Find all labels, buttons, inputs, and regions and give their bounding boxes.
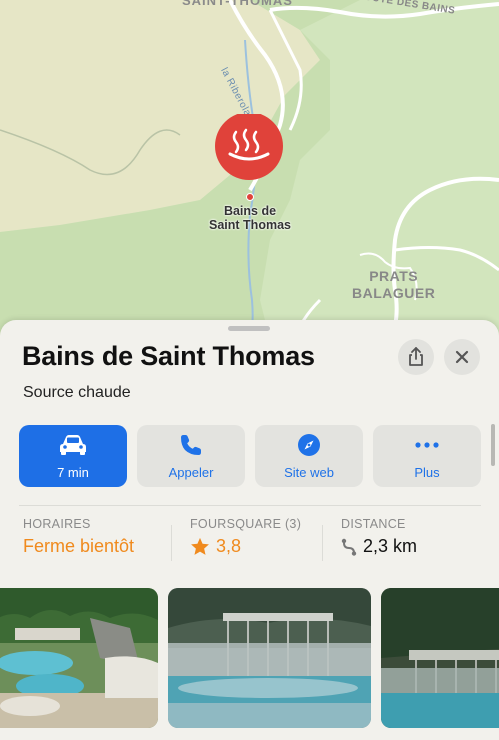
- share-button[interactable]: [398, 339, 434, 375]
- phone-icon: [181, 435, 201, 455]
- photo-pool-steam[interactable]: [168, 588, 371, 728]
- call-button[interactable]: Appeler: [137, 425, 245, 487]
- distance-value: 2,3 km: [363, 536, 418, 556]
- hot-spring-icon: [215, 114, 283, 180]
- info-separator: [322, 525, 323, 561]
- hours-header: HORAIRES: [23, 517, 91, 531]
- directions-button[interactable]: 7 min: [19, 425, 127, 487]
- sheet-grabber[interactable]: [228, 326, 270, 331]
- photo-image: [168, 588, 371, 728]
- car-icon: [60, 435, 86, 455]
- call-label: Appeler: [168, 465, 214, 480]
- more-icon: [415, 442, 439, 448]
- pin-label-line2: Saint Thomas: [209, 218, 291, 232]
- route-icon: [341, 538, 357, 556]
- place-title: Bains de Saint Thomas: [22, 341, 315, 371]
- rating-value: 3,8: [216, 536, 242, 556]
- share-icon: [409, 347, 423, 366]
- map-pin-label: Bains de Saint Thomas: [190, 204, 310, 232]
- distance-section[interactable]: DISTANCE 2,3 km: [341, 517, 417, 557]
- map-label-prats-balaguer: PRATS BALAGUER: [352, 268, 435, 302]
- rating-section[interactable]: FOURSQUARE (3) 3,8: [190, 517, 301, 557]
- more-label: Plus: [414, 465, 440, 480]
- map-pin-dot: [246, 193, 254, 201]
- photo-image: [381, 588, 499, 728]
- close-icon: [455, 350, 469, 364]
- rating-header: FOURSQUARE (3): [190, 517, 302, 531]
- place-card: Bains de Saint Thomas Source chaude 7 mi…: [0, 320, 499, 740]
- star-icon: [191, 537, 209, 555]
- map-label-balaguer: BALAGUER: [352, 285, 436, 301]
- map-label-prats: PRATS: [369, 268, 419, 284]
- website-label: Site web: [284, 465, 334, 480]
- photo-pool-outdoor[interactable]: [0, 588, 158, 728]
- photo-gallery[interactable]: [0, 588, 499, 728]
- scrollbar[interactable]: [491, 424, 495, 466]
- pin-label-line1: Bains de: [223, 204, 277, 218]
- action-buttons: 7 min Appeler Site web Plus: [19, 425, 489, 487]
- close-button[interactable]: [444, 339, 480, 375]
- distance-header: DISTANCE: [341, 517, 406, 531]
- more-button[interactable]: Plus: [373, 425, 481, 487]
- map-view[interactable]: SAINT-THOMAS ROUTE DES BAINS la Riberola…: [0, 0, 499, 340]
- hours-section[interactable]: HORAIRES Ferme bientôt: [23, 517, 134, 557]
- photo-pool-pergola[interactable]: [381, 588, 499, 728]
- photo-image: [0, 588, 158, 728]
- place-category: Source chaude: [23, 384, 131, 401]
- directions-label: 7 min: [57, 465, 89, 480]
- hours-status: Ferme bientôt: [23, 536, 135, 556]
- divider: [19, 505, 481, 506]
- info-separator: [171, 525, 172, 561]
- compass-icon: [298, 434, 320, 456]
- map-pin[interactable]: [214, 114, 284, 184]
- website-button[interactable]: Site web: [255, 425, 363, 487]
- map-label-saint-thomas: SAINT-THOMAS: [182, 0, 293, 8]
